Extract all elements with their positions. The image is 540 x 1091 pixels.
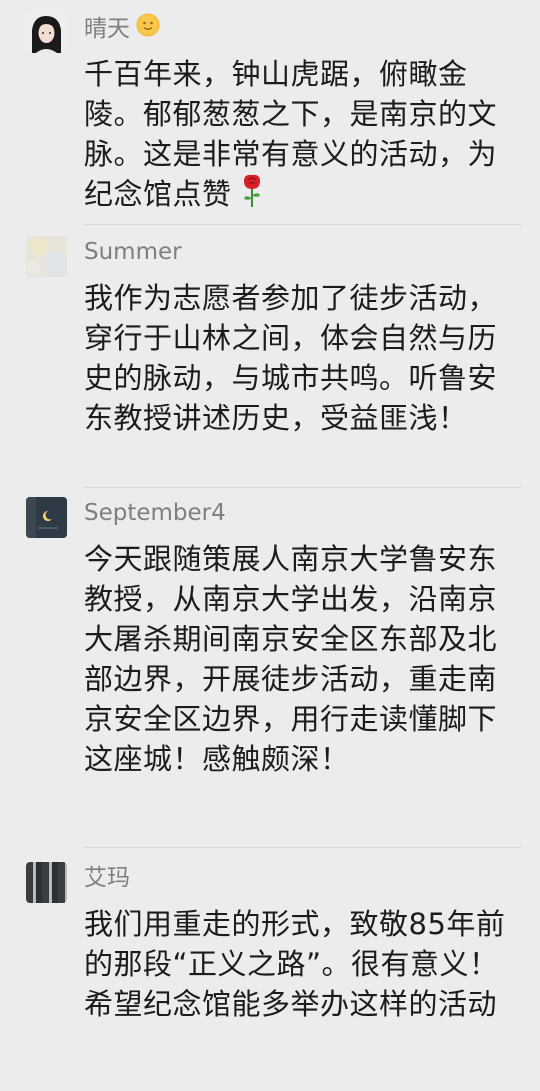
commenter-name[interactable]: 艾玛 [84, 863, 130, 893]
comment-body: 我们用重走的形式，致敬85年前的那段“正义之路”。很有意义！希望纪念馆能多举办这… [84, 907, 506, 1021]
commenter-name-text: September4 [84, 500, 226, 526]
avatar[interactable] [26, 497, 67, 538]
rose-icon [241, 174, 263, 218]
comment-text: 千百年来，钟山虎踞，俯瞰金陵。郁郁葱葱之下，是南京的文脉。这是非常有意义的活动，… [84, 54, 524, 218]
commenter-name-text: Summer [84, 239, 182, 265]
comment-text: 我们用重走的形式，致敬85年前的那段“正义之路”。很有意义！希望纪念馆能多举办这… [84, 904, 524, 1024]
comment-text: 我作为志愿者参加了徒步活动，穿行于山林之间，体会自然与历史的脉动，与城市共鸣。听… [84, 278, 524, 438]
sun-face-icon [136, 13, 160, 45]
comment-body: 千百年来，钟山虎踞，俯瞰金陵。郁郁葱葱之下，是南京的文脉。这是非常有意义的活动，… [84, 57, 498, 211]
comment-list: 晴天 千百年来，钟山虎踞，俯瞰金陵。郁郁葱葱之下，是南京的文脉。这是非常有意义的… [0, 0, 540, 1091]
divider [84, 847, 522, 848]
avatar[interactable] [26, 236, 67, 277]
comment-body: 我作为志愿者参加了徒步活动，穿行于山林之间，体会自然与历史的脉动，与城市共鸣。听… [84, 281, 498, 435]
commenter-name-text: 晴天 [84, 16, 130, 42]
divider [84, 224, 522, 225]
avatar[interactable] [26, 862, 67, 903]
commenter-name-text: 艾玛 [84, 865, 130, 891]
commenter-name[interactable]: September4 [84, 498, 226, 528]
avatar[interactable] [26, 12, 67, 53]
comment-body: 今天跟随策展人南京大学鲁安东教授，从南京大学出发，沿南京大屠杀期间南京安全区东部… [84, 542, 498, 776]
divider [84, 487, 522, 488]
commenter-name[interactable]: Summer [84, 237, 182, 267]
comment-text: 今天跟随策展人南京大学鲁安东教授，从南京大学出发，沿南京大屠杀期间南京安全区东部… [84, 539, 524, 779]
commenter-name[interactable]: 晴天 [84, 13, 160, 45]
